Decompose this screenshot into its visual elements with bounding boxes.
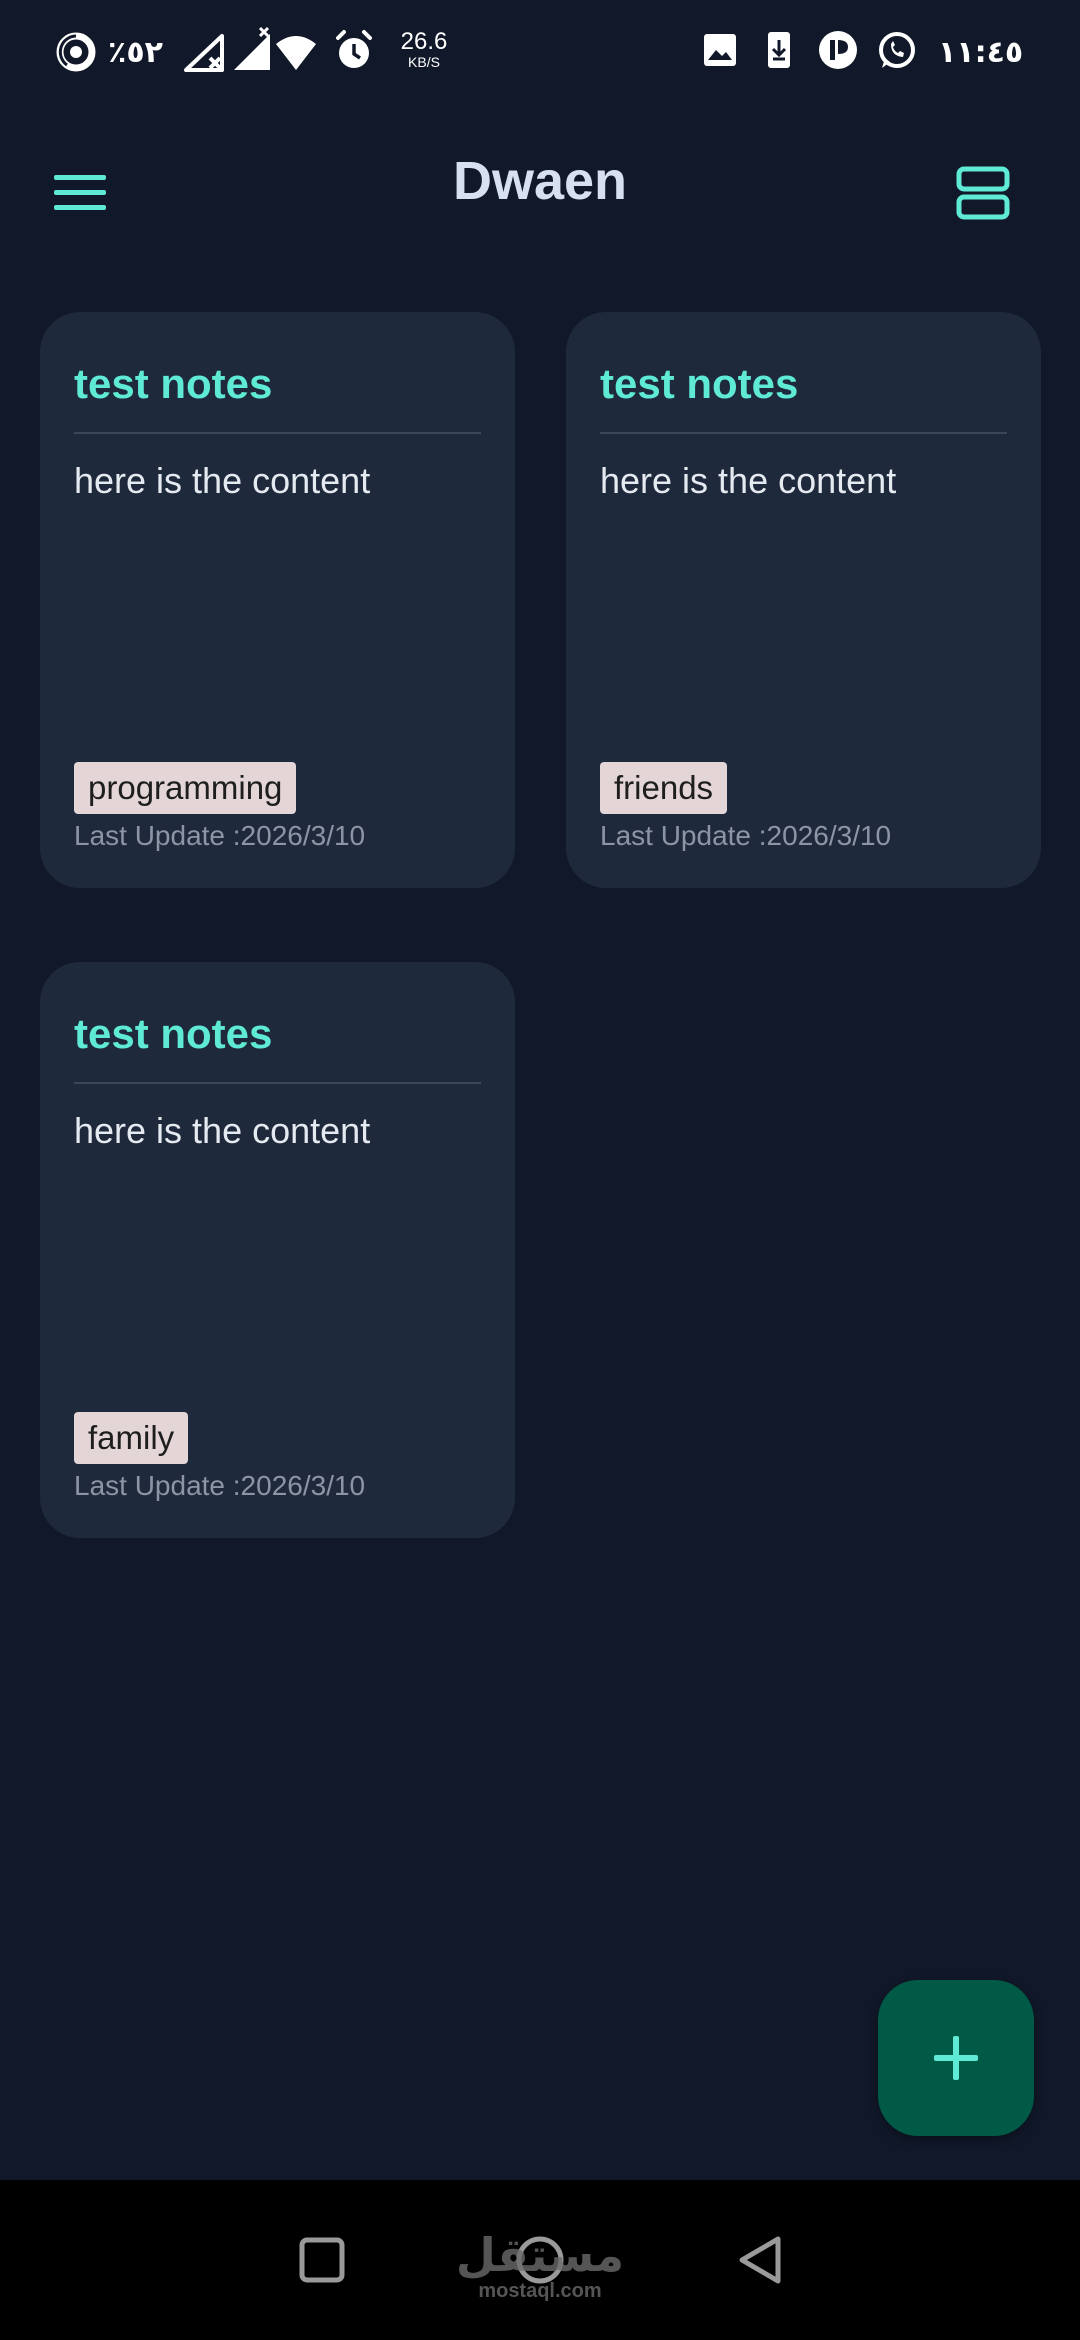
app-bar: Dwaen bbox=[0, 120, 1080, 250]
whatsapp-icon bbox=[876, 30, 918, 72]
note-title: test notes bbox=[74, 360, 273, 407]
wifi-icon bbox=[274, 30, 318, 74]
status-time: ١١:٤٥ bbox=[938, 34, 1024, 70]
note-title: test notes bbox=[600, 360, 799, 407]
note-card[interactable]: test notes here is the content friends L… bbox=[566, 312, 1041, 888]
hamburger-menu-icon bbox=[54, 175, 106, 210]
back-button[interactable] bbox=[720, 2220, 800, 2300]
recents-button[interactable] bbox=[282, 2220, 362, 2300]
note-tag: family bbox=[74, 1412, 189, 1464]
note-content: here is the content bbox=[74, 1110, 371, 1151]
gallery-icon bbox=[702, 32, 738, 68]
page-title: Dwaen bbox=[452, 151, 628, 211]
menu-button[interactable] bbox=[40, 153, 120, 233]
circle-icon bbox=[516, 2236, 564, 2284]
view-agenda-icon bbox=[956, 166, 1010, 220]
signal-no-service-icon bbox=[182, 30, 226, 74]
note-content: here is the content bbox=[74, 460, 371, 501]
note-divider bbox=[600, 432, 1007, 434]
note-content: here is the content bbox=[600, 460, 897, 501]
triangle-back-icon bbox=[739, 2236, 781, 2284]
status-bar: ٪٥٢ 26.6 KB/S ١١:٤٥ bbox=[0, 0, 1080, 100]
note-tag: programming bbox=[74, 762, 297, 814]
signal-icon bbox=[230, 26, 276, 74]
note-last-update: Last Update :2026/3/10 bbox=[600, 820, 892, 851]
navigation-bar: مستقل mostaql.com bbox=[0, 2180, 1080, 2340]
view-toggle-button[interactable] bbox=[948, 153, 1018, 233]
network-speed-unit: KB/S bbox=[408, 54, 440, 70]
add-note-button[interactable] bbox=[878, 1980, 1034, 2136]
download-icon bbox=[764, 30, 794, 70]
network-speed-value: 26.6 bbox=[400, 28, 448, 55]
note-last-update: Last Update :2026/3/10 bbox=[74, 820, 366, 851]
home-button[interactable] bbox=[500, 2220, 580, 2300]
battery-percent: ٪٥٢ bbox=[108, 34, 163, 70]
note-tag: friends bbox=[600, 762, 728, 814]
note-divider bbox=[74, 432, 481, 434]
note-card[interactable]: test notes here is the content family La… bbox=[40, 962, 515, 1538]
battery-ring-icon bbox=[54, 30, 98, 74]
app-notification-icon bbox=[818, 30, 858, 70]
note-card[interactable]: test notes here is the content programmi… bbox=[40, 312, 515, 888]
network-speed: 26.6 KB/S bbox=[394, 30, 454, 72]
alarm-icon bbox=[332, 28, 376, 74]
note-title: test notes bbox=[74, 1010, 273, 1057]
note-last-update: Last Update :2026/3/10 bbox=[74, 1470, 366, 1501]
square-icon bbox=[299, 2237, 345, 2283]
plus-icon bbox=[934, 2036, 978, 2080]
note-divider bbox=[74, 1082, 481, 1084]
